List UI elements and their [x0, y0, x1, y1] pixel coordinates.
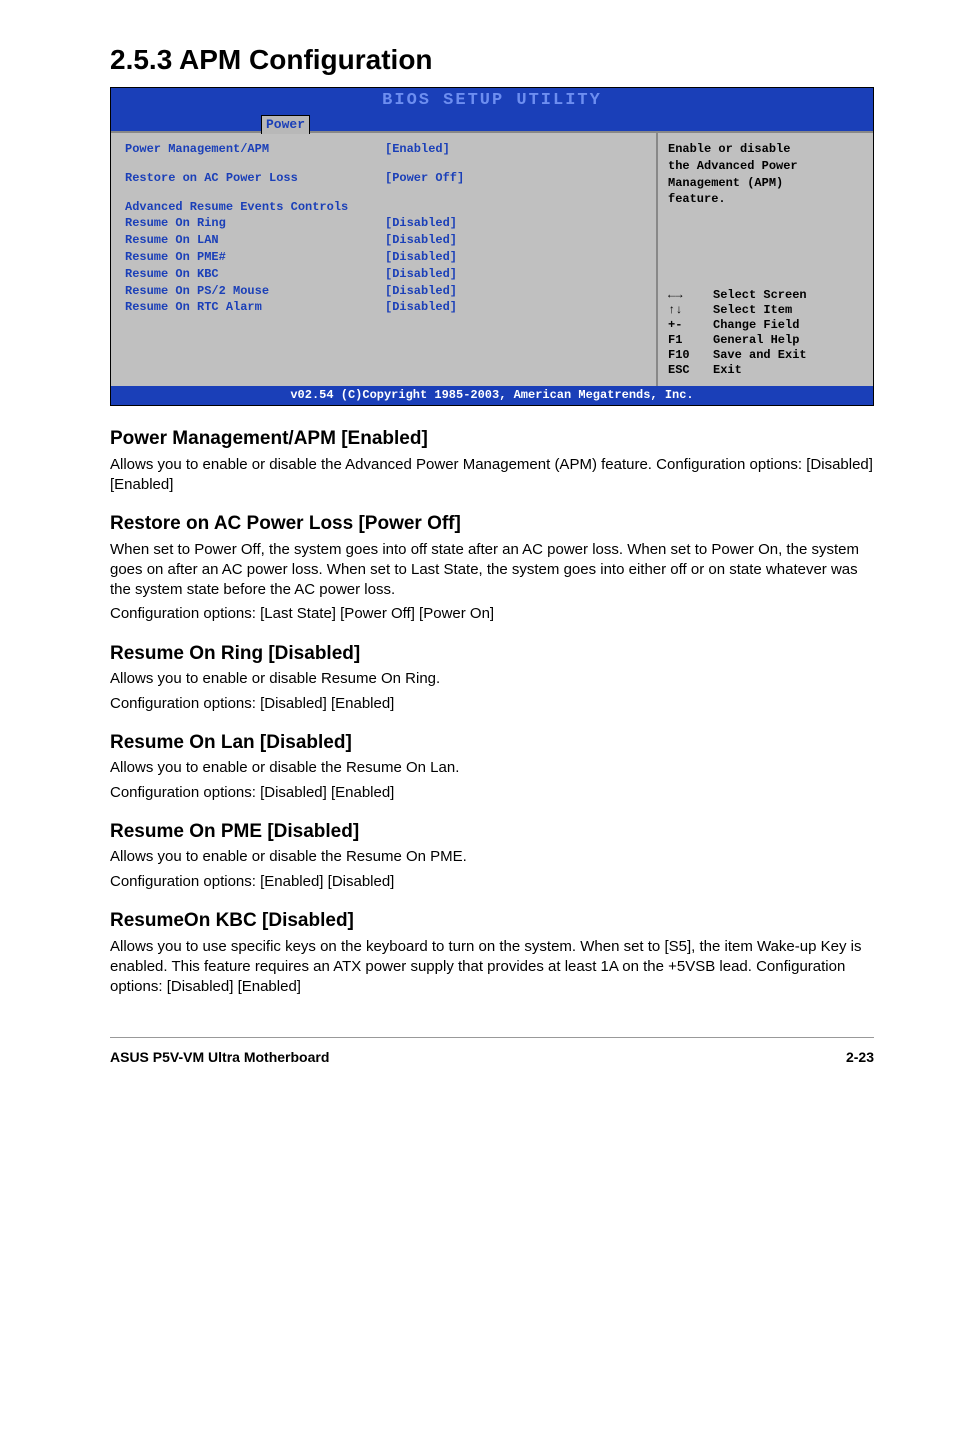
- bios-screenshot: BIOS SETUP UTILITY Power Power Managemen…: [110, 87, 874, 406]
- bios-setting-label: Restore on AC Power Loss: [125, 170, 385, 187]
- page-footer: ASUS P5V-VM Ultra Motherboard 2-23: [110, 1037, 874, 1068]
- bios-help-desc: feature.: [668, 191, 863, 208]
- bios-setting-row: Resume On KBC [Disabled]: [125, 266, 642, 283]
- bios-setting-row: Resume On PS/2 Mouse [Disabled]: [125, 283, 642, 300]
- body-text: Configuration options: [Last State] [Pow…: [110, 604, 874, 624]
- footer-left: ASUS P5V-VM Ultra Motherboard: [110, 1048, 329, 1068]
- bios-right-panel: Enable or disable the Advanced Power Man…: [658, 133, 873, 386]
- bios-help-row: +- Change Field: [668, 318, 863, 333]
- bios-help-row: ←→ Select Screen: [668, 288, 863, 303]
- bios-setting-label: Resume On KBC: [125, 266, 385, 283]
- bios-tab-power: Power: [261, 115, 310, 134]
- bios-help-key: ←→: [668, 288, 713, 303]
- body-text: Configuration options: [Disabled] [Enabl…: [110, 694, 874, 714]
- doc-section: Resume On Lan [Disabled] Allows you to e…: [110, 730, 874, 803]
- sub-heading: ResumeOn KBC [Disabled]: [110, 908, 874, 935]
- body-text: Allows you to use specific keys on the k…: [110, 937, 874, 998]
- bios-setting-row: Restore on AC Power Loss [Power Off]: [125, 170, 642, 187]
- bios-help-desc: Enable or disable: [668, 141, 863, 158]
- bios-setting-label: Power Management/APM: [125, 141, 385, 158]
- bios-help-text: Exit: [713, 363, 742, 378]
- bios-setting-label: Resume On PS/2 Mouse: [125, 283, 385, 300]
- body-text: Configuration options: [Disabled] [Enabl…: [110, 783, 874, 803]
- bios-help-key: F1: [668, 333, 713, 348]
- bios-setting-row: Resume On LAN [Disabled]: [125, 232, 642, 249]
- bios-setting-value: [Power Off]: [385, 170, 642, 187]
- bios-help-keys: ←→ Select Screen ↑↓ Select Item +- Chang…: [668, 288, 863, 378]
- doc-section: ResumeOn KBC [Disabled] Allows you to us…: [110, 908, 874, 997]
- bios-setting-value: [Disabled]: [385, 215, 642, 232]
- bios-help-text: Select Screen: [713, 288, 807, 303]
- bios-help-text: Save and Exit: [713, 348, 807, 363]
- bios-body: Power Management/APM [Enabled] Restore o…: [111, 131, 873, 386]
- sub-heading: Resume On Lan [Disabled]: [110, 730, 874, 757]
- doc-section: Power Management/APM [Enabled] Allows yo…: [110, 426, 874, 495]
- bios-setting-label: Resume On PME#: [125, 249, 385, 266]
- bios-setting-label: Resume On RTC Alarm: [125, 299, 385, 316]
- bios-help-desc: Management (APM): [668, 175, 863, 192]
- bios-setting-row: Resume On Ring [Disabled]: [125, 215, 642, 232]
- doc-section: Resume On Ring [Disabled] Allows you to …: [110, 641, 874, 714]
- bios-setting-value: [Disabled]: [385, 249, 642, 266]
- bios-setting-value: [Disabled]: [385, 299, 642, 316]
- bios-tab-bar: Power: [111, 113, 873, 131]
- bios-help-row: F1 General Help: [668, 333, 863, 348]
- body-text: Allows you to enable or disable the Resu…: [110, 758, 874, 778]
- sub-heading: Resume On PME [Disabled]: [110, 819, 874, 846]
- bios-help-key: ESC: [668, 363, 713, 378]
- bios-setting-row: Resume On RTC Alarm [Disabled]: [125, 299, 642, 316]
- bios-help-row: ↑↓ Select Item: [668, 303, 863, 318]
- bios-help-key: F10: [668, 348, 713, 363]
- bios-setting-row: Resume On PME# [Disabled]: [125, 249, 642, 266]
- bios-setting-value: [Disabled]: [385, 283, 642, 300]
- bios-subhead: Advanced Resume Events Controls: [125, 199, 642, 216]
- bios-help-key: +-: [668, 318, 713, 333]
- bios-setting-label: Resume On Ring: [125, 215, 385, 232]
- body-text: When set to Power Off, the system goes i…: [110, 540, 874, 601]
- bios-help-key: ↑↓: [668, 303, 713, 318]
- bios-subhead-text: Advanced Resume Events Controls: [125, 199, 348, 216]
- bios-footer: v02.54 (C)Copyright 1985-2003, American …: [111, 386, 873, 405]
- bios-help-row: ESC Exit: [668, 363, 863, 378]
- bios-title: BIOS SETUP UTILITY: [111, 88, 873, 113]
- body-text: Allows you to enable or disable the Adva…: [110, 455, 874, 496]
- bios-help-text: General Help: [713, 333, 799, 348]
- bios-help-row: F10 Save and Exit: [668, 348, 863, 363]
- sub-heading: Resume On Ring [Disabled]: [110, 641, 874, 668]
- bios-setting-value: [Enabled]: [385, 141, 642, 158]
- sub-heading: Power Management/APM [Enabled]: [110, 426, 874, 453]
- bios-help-desc: the Advanced Power: [668, 158, 863, 175]
- bios-setting-row: Power Management/APM [Enabled]: [125, 141, 642, 158]
- bios-left-panel: Power Management/APM [Enabled] Restore o…: [111, 133, 658, 386]
- body-text: Configuration options: [Enabled] [Disabl…: [110, 872, 874, 892]
- bios-setting-value: [Disabled]: [385, 266, 642, 283]
- body-text: Allows you to enable or disable the Resu…: [110, 847, 874, 867]
- doc-section: Restore on AC Power Loss [Power Off] Whe…: [110, 511, 874, 625]
- body-text: Allows you to enable or disable Resume O…: [110, 669, 874, 689]
- footer-right: 2-23: [846, 1048, 874, 1068]
- bios-setting-label: Resume On LAN: [125, 232, 385, 249]
- bios-setting-value: [Disabled]: [385, 232, 642, 249]
- sub-heading: Restore on AC Power Loss [Power Off]: [110, 511, 874, 538]
- section-heading: 2.5.3 APM Configuration: [110, 40, 874, 79]
- bios-help-text: Change Field: [713, 318, 799, 333]
- bios-help-text: Select Item: [713, 303, 792, 318]
- doc-section: Resume On PME [Disabled] Allows you to e…: [110, 819, 874, 892]
